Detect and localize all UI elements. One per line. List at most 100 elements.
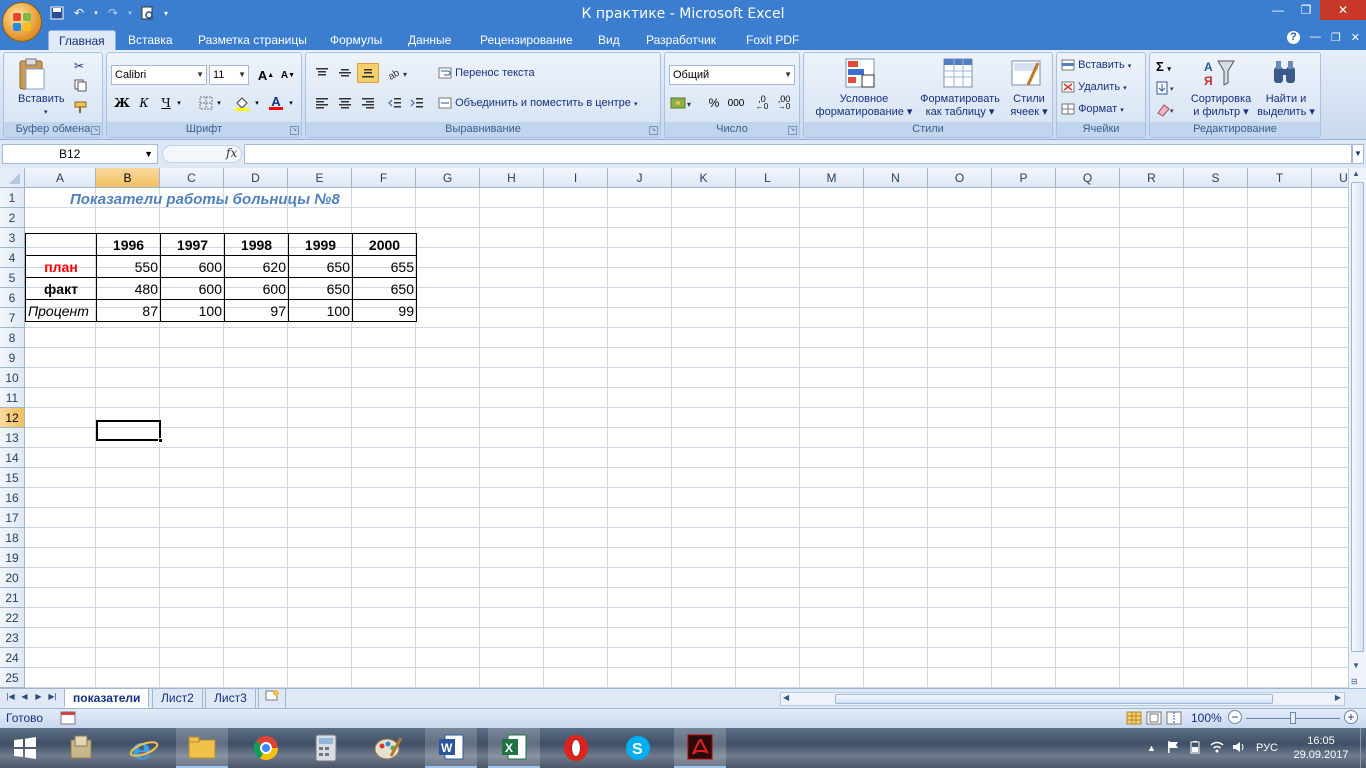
bold-button[interactable]: Ж [111,93,133,113]
alignment-launcher-icon[interactable]: ↘ [649,126,658,135]
prev-sheet-icon[interactable]: ◀ [19,692,30,704]
format-cells-button[interactable]: Формат ▾ [1061,103,1124,115]
row-header-24[interactable]: 24 [0,648,25,668]
font-size-select[interactable]: 11 ▼ [209,65,249,85]
column-header-f[interactable]: F [352,168,416,188]
vertical-scroll-thumb[interactable] [1351,182,1364,652]
acrobat-icon[interactable] [674,728,726,768]
value-cell[interactable]: 650 [352,277,417,300]
row-header-18[interactable]: 18 [0,528,25,548]
format-as-table-icon[interactable] [942,57,974,92]
column-header-i[interactable]: I [544,168,608,188]
paste-button[interactable] [14,57,48,96]
sheet-title[interactable]: Показатели работы больницы №8 [70,190,340,210]
worksheet-grid[interactable]: ABCDEFGHIJKLMNOPQRSTU 1 2 3 4 5 6 7 8 9 10 11 12 13 1… [0,168,1348,688]
row-header-1[interactable]: 1 [0,188,25,208]
ribbon-restore-icon[interactable]: ❐ [1331,31,1341,44]
scroll-up-icon[interactable]: ▲ [1352,169,1360,178]
column-header-b[interactable]: B [96,168,160,188]
tab-developer[interactable]: Разработчик [636,30,726,50]
zoom-level[interactable]: 100% [1191,711,1222,725]
number-launcher-icon[interactable]: ↘ [788,126,797,135]
table-header-cell[interactable]: 1998 [224,233,289,256]
row-header-6[interactable]: 6 [0,288,25,308]
tab-data[interactable]: Данные [398,30,461,50]
row-header-25[interactable]: 25 [0,668,25,688]
value-cell[interactable]: 600 [224,277,289,300]
fill-handle[interactable] [158,438,163,443]
value-cell[interactable]: 650 [288,277,353,300]
row-header-15[interactable]: 15 [0,468,25,488]
column-header-u[interactable]: U [1312,168,1348,188]
column-header-g[interactable]: G [416,168,480,188]
find-select-button[interactable]: Найти и выделить ▾ [1254,93,1318,119]
align-left-icon[interactable] [311,93,333,113]
volume-icon[interactable] [1232,740,1246,757]
close-icon[interactable]: ✕ [1320,0,1366,20]
value-cell[interactable]: 97 [224,299,289,322]
ribbon-close-icon[interactable]: ✕ [1351,31,1360,44]
restore-icon[interactable]: ❐ [1292,0,1320,20]
zoom-in-icon[interactable]: + [1344,710,1358,724]
orientation-icon[interactable]: ab ▾ [384,63,414,83]
value-cell[interactable]: 100 [288,299,353,322]
column-header-p[interactable]: P [992,168,1056,188]
shrink-font-button[interactable]: A ▼ [277,65,299,85]
next-sheet-icon[interactable]: ▶ [33,692,44,704]
table-header-cell[interactable]: 1999 [288,233,353,256]
split-icon[interactable]: ⊟ [1351,677,1358,686]
row-header-13[interactable]: 13 [0,428,25,448]
row-header-4[interactable]: 4 [0,248,25,268]
minimize-icon[interactable]: — [1264,0,1292,20]
row-header-17[interactable]: 17 [0,508,25,528]
paint-icon[interactable] [362,728,414,768]
row-header-2[interactable]: 2 [0,208,25,228]
column-header-h[interactable]: H [480,168,544,188]
horizontal-scrollbar[interactable]: ◀ ▶ [780,692,1345,706]
clipboard-launcher-icon[interactable]: ↘ [91,126,100,135]
row-header-11[interactable]: 11 [0,388,25,408]
start-icon[interactable] [0,728,50,768]
merge-center-button[interactable]: Объединить и поместить в центре ▾ [438,97,638,109]
row-header-8[interactable]: 8 [0,328,25,348]
active-cell-b12[interactable] [96,420,163,443]
formula-input[interactable] [244,144,1352,164]
decrease-decimal-button[interactable]: ,00 →0 [773,93,795,113]
currency-format-icon[interactable]: ▾ [669,93,695,113]
tab-page-layout[interactable]: Разметка страницы [188,30,317,50]
thousands-separator-button[interactable]: 000 [725,93,747,113]
sheet-tab-pokazateli[interactable]: показатели [64,689,150,708]
font-launcher-icon[interactable]: ↘ [290,126,299,135]
column-header-q[interactable]: Q [1056,168,1120,188]
value-cell[interactable]: 87 [96,299,161,322]
table-header-cell[interactable]: 1997 [160,233,225,256]
row-header-12[interactable]: 12 [0,408,25,428]
align-center-icon[interactable] [334,93,356,113]
paste-label[interactable]: Вставить [18,93,65,105]
tray-expand-icon[interactable]: ▲ [1147,743,1156,753]
row-header-7[interactable]: 7 [0,308,25,328]
file-explorer-icon[interactable] [176,728,228,768]
align-top-icon[interactable] [311,63,333,83]
tab-insert[interactable]: Вставка [118,30,183,50]
table-header-cell[interactable]: 1996 [96,233,161,256]
conditional-formatting-button[interactable]: Условное форматирование ▾ [808,93,920,119]
insert-function-icon[interactable]: fx [226,146,237,160]
copy-icon[interactable] [74,79,87,95]
ribbon-minimize-icon[interactable]: — [1310,31,1321,44]
value-cell[interactable]: 100 [160,299,225,322]
cell-styles-icon[interactable] [1010,57,1042,92]
insert-cells-button[interactable]: Вставить ▾ [1061,59,1131,71]
column-header-e[interactable]: E [288,168,352,188]
column-header-l[interactable]: L [736,168,800,188]
calculator-icon[interactable] [300,728,352,768]
column-header-n[interactable]: N [864,168,928,188]
value-cell[interactable]: 99 [352,299,417,322]
row-header-5[interactable]: 5 [0,268,25,288]
tab-formulas[interactable]: Формулы [320,30,392,50]
zoom-slider-thumb[interactable] [1290,712,1296,724]
paste-dropdown-icon[interactable]: ▾ [44,108,48,116]
font-name-select[interactable]: Calibri ▼ [111,65,207,85]
autosum-icon[interactable]: Σ ▾ [1156,59,1171,74]
name-box[interactable]: B12 ▼ [2,144,158,164]
